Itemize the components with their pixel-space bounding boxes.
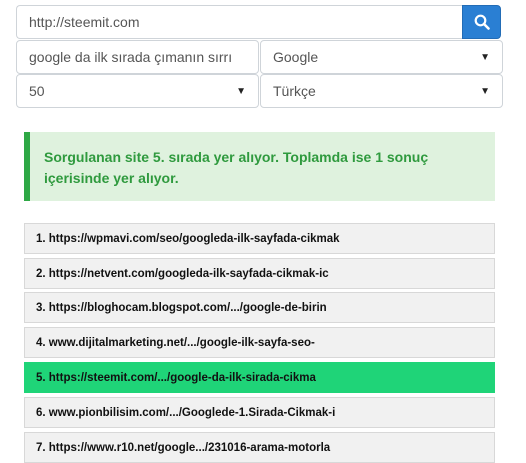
- result-item[interactable]: 7. https://www.r10.net/google.../231016-…: [24, 432, 495, 463]
- language-value: Türkçe: [273, 83, 316, 99]
- result-url: 5. https://steemit.com/.../google-da-ilk…: [36, 371, 316, 384]
- search-engine-select[interactable]: Google ▼: [260, 40, 503, 74]
- alert-message: Sorgulanan site 5. sırada yer alıyor. To…: [44, 149, 429, 186]
- result-alert: Sorgulanan site 5. sırada yer alıyor. To…: [24, 132, 495, 201]
- search-icon: [474, 14, 490, 30]
- result-url: 7. https://www.r10.net/google.../231016-…: [36, 441, 331, 454]
- search-engine-value: Google: [273, 49, 319, 65]
- search-button[interactable]: [462, 5, 501, 39]
- chevron-down-icon: ▼: [236, 85, 246, 97]
- url-input-field[interactable]: [29, 14, 450, 30]
- result-item[interactable]: 1. https://wpmavi.com/seo/googleda-ilk-s…: [24, 223, 495, 254]
- result-url: 3. https://bloghocam.blogspot.com/.../go…: [36, 301, 327, 314]
- language-select[interactable]: Türkçe ▼: [260, 74, 503, 108]
- keyword-input-field[interactable]: [29, 49, 246, 65]
- url-input[interactable]: [16, 5, 462, 39]
- result-count-value: 50: [29, 83, 45, 99]
- result-count-select[interactable]: 50 ▼: [16, 74, 259, 108]
- result-item[interactable]: 2. https://netvent.com/googleda-ilk-sayf…: [24, 258, 495, 289]
- keyword-input[interactable]: [16, 40, 259, 74]
- result-item[interactable]: 6. www.pionbilisim.com/.../Googlede-1.Si…: [24, 397, 495, 428]
- result-url: 1. https://wpmavi.com/seo/googleda-ilk-s…: [36, 232, 340, 245]
- chevron-down-icon: ▼: [480, 51, 490, 63]
- chevron-down-icon: ▼: [480, 85, 490, 97]
- result-item[interactable]: 4. www.dijitalmarketing.net/.../google-i…: [24, 327, 495, 358]
- result-item-highlighted[interactable]: 5. https://steemit.com/.../google-da-ilk…: [24, 362, 495, 393]
- result-url: 4. www.dijitalmarketing.net/.../google-i…: [36, 336, 315, 349]
- result-url: 2. https://netvent.com/googleda-ilk-sayf…: [36, 267, 329, 280]
- result-item[interactable]: 3. https://bloghocam.blogspot.com/.../go…: [24, 292, 495, 323]
- result-url: 6. www.pionbilisim.com/.../Googlede-1.Si…: [36, 406, 336, 419]
